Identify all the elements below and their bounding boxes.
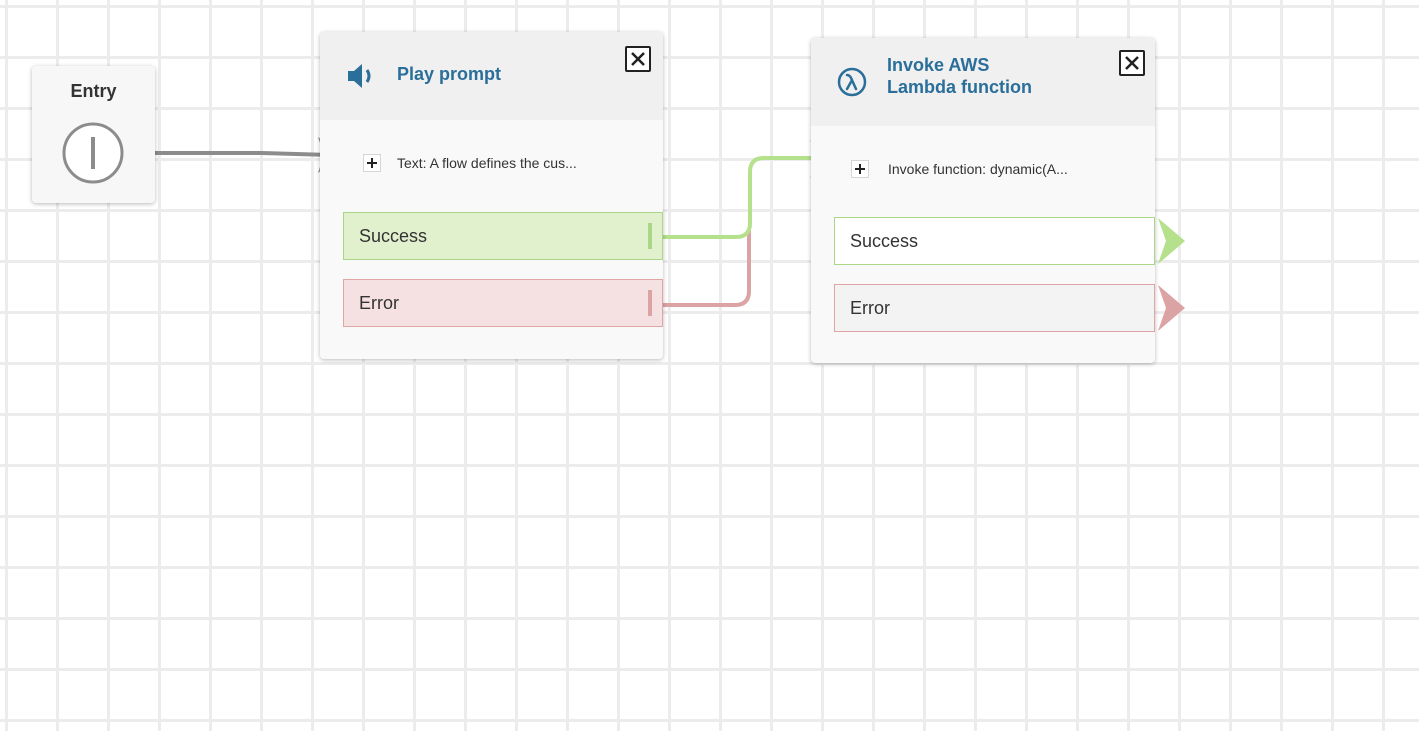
entry-title: Entry [70,81,117,101]
plus-icon [367,158,377,168]
error-port[interactable] [646,290,654,316]
play-prompt-title: Play prompt [397,64,502,84]
speaker-icon [348,64,371,88]
entry-block[interactable]: Entry [32,66,155,203]
invoke-lambda-title: Invoke AWS Lambda function [887,54,1032,98]
flow-canvas[interactable] [0,0,1419,731]
entry-icon [62,122,124,184]
close-icon [631,52,645,66]
add-parameter-button[interactable] [851,160,869,178]
close-icon [1125,56,1139,70]
invoke-lambda-title-line2: Lambda function [887,77,1032,97]
error-branch[interactable]: Error [343,279,663,327]
add-parameter-button[interactable] [363,154,381,172]
success-branch[interactable]: Success [343,212,663,260]
invoke-lambda-block[interactable]: Invoke AWS Lambda function Invoke functi… [811,38,1155,363]
error-branch[interactable]: Error [834,284,1155,332]
close-button[interactable] [625,46,651,72]
success-branch[interactable]: Success [834,217,1155,265]
prompt-text-parameter[interactable]: Text: A flow defines the cus... [397,154,577,172]
plus-icon [855,164,865,174]
invoke-function-parameter[interactable]: Invoke function: dynamic(A... [888,160,1068,178]
close-button[interactable] [1119,50,1145,76]
lambda-icon [837,67,867,97]
success-port[interactable] [646,223,654,249]
play-prompt-block[interactable]: Play prompt Text: A flow defines the cus… [320,32,663,359]
invoke-lambda-title-line1: Invoke AWS [887,55,990,75]
